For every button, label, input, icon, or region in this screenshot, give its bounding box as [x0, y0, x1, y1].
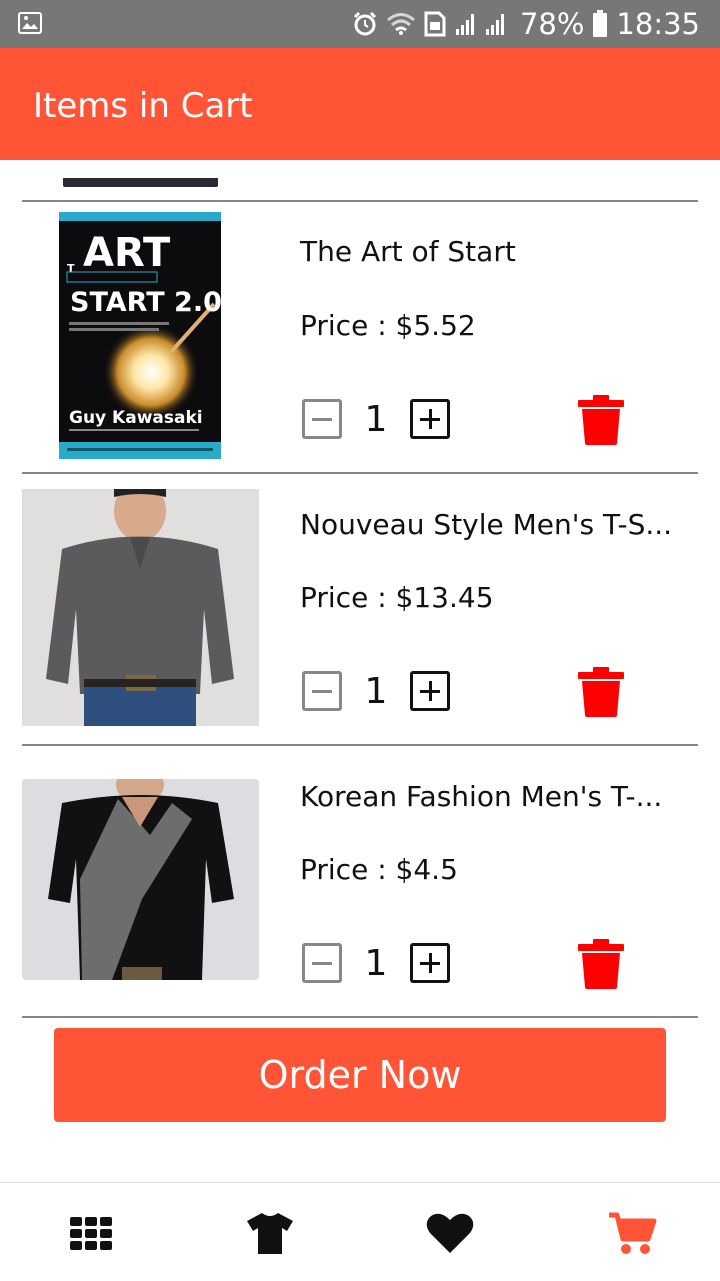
wifi-icon [386, 13, 415, 35]
item-price: Price : $5.52 [300, 309, 476, 342]
cart-list[interactable]: T ART START 2.0 Guy Kawasaki The Art of … [0, 160, 720, 1020]
battery-icon [593, 10, 608, 37]
delete-item-icon[interactable] [578, 939, 624, 989]
grid-icon[interactable] [68, 1211, 118, 1255]
status-bar: 78% 18:35 [0, 0, 720, 48]
sim-icon [424, 11, 446, 37]
decrease-quantity-button[interactable] [302, 671, 342, 711]
increase-quantity-button[interactable] [410, 671, 450, 711]
order-now-button[interactable]: Order Now [54, 1028, 666, 1122]
heart-icon[interactable] [425, 1211, 475, 1255]
delete-item-icon[interactable] [578, 667, 624, 717]
cart-icon[interactable] [608, 1211, 658, 1255]
cart-item[interactable]: T ART START 2.0 Guy Kawasaki The Art of … [0, 202, 720, 472]
quantity-stepper: 1 [302, 668, 450, 714]
item-title: The Art of Start [300, 235, 516, 268]
delete-item-icon[interactable] [578, 395, 624, 445]
page-title: Items in Cart [33, 86, 253, 126]
quantity-stepper: 1 [302, 396, 450, 442]
cover-author: Guy Kawasaki [69, 408, 203, 428]
item-price: Price : $4.5 [300, 853, 458, 886]
decrease-quantity-button[interactable] [302, 943, 342, 983]
cover-title-line1: ART [83, 230, 171, 276]
minus-icon [312, 418, 332, 421]
alarm-icon [353, 11, 377, 36]
clock: 18:35 [616, 7, 700, 41]
quantity-value: 1 [364, 942, 388, 984]
minus-icon [312, 690, 332, 693]
gallery-icon [18, 12, 42, 34]
product-image [22, 489, 259, 726]
cover-title-line2: START 2.0 [70, 287, 221, 318]
quantity-value: 1 [364, 670, 388, 712]
app-bar: Items in Cart [0, 48, 720, 160]
decrease-quantity-button[interactable] [302, 399, 342, 439]
item-price: Price : $13.45 [300, 581, 494, 614]
increase-quantity-button[interactable] [410, 943, 450, 983]
item-title: Korean Fashion Men's T-... [300, 780, 663, 813]
previous-item-peek [63, 178, 218, 187]
product-image [22, 779, 259, 980]
cart-item[interactable]: Korean Fashion Men's T-... Price : $4.5 … [0, 746, 720, 1016]
battery-percent: 78% [519, 7, 585, 41]
svg-text:T: T [67, 262, 75, 275]
tshirt-icon[interactable] [245, 1211, 295, 1255]
quantity-stepper: 1 [302, 940, 450, 986]
item-title: Nouveau Style Men's T-S... [300, 508, 673, 541]
book-cover-image: T ART START 2.0 Guy Kawasaki [59, 212, 221, 459]
cart-item[interactable]: Nouveau Style Men's T-S... Price : $13.4… [0, 474, 720, 744]
increase-quantity-button[interactable] [410, 399, 450, 439]
quantity-value: 1 [364, 398, 388, 440]
minus-icon [312, 962, 332, 965]
bottom-navigation [0, 1182, 720, 1281]
signal-icon [455, 14, 504, 35]
divider [22, 1016, 698, 1018]
